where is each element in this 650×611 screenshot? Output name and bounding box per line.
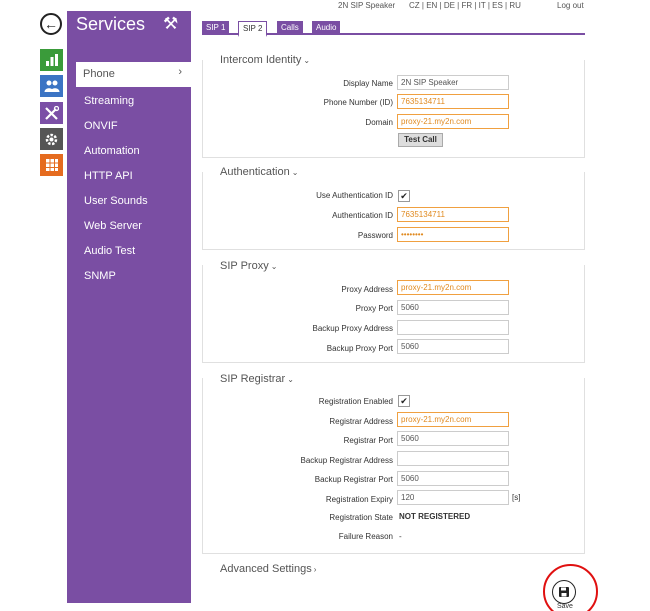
chevron-right-icon: › (178, 66, 182, 78)
sip-registrar-section (202, 378, 585, 554)
phone-number-field[interactable] (397, 94, 509, 109)
registration-expiry-field[interactable] (397, 490, 509, 505)
backup-registrar-port-field[interactable] (397, 471, 509, 486)
advanced-settings-title[interactable]: Advanced Settings › (220, 563, 316, 575)
registrar-address-field[interactable] (397, 412, 509, 427)
auth-id-label: Authentication ID (332, 211, 393, 220)
phone-number-label: Phone Number (ID) (323, 98, 393, 107)
sip-registrar-title[interactable]: SIP Registrar ⌄ (220, 373, 294, 385)
backup-registrar-address-label: Backup Registrar Address (300, 456, 394, 465)
auth-id-field[interactable] (397, 207, 509, 222)
sidebar-item-audio-test[interactable]: Audio Test (84, 245, 135, 257)
tab-sip-1[interactable]: SIP 1 (202, 21, 230, 35)
sidebar-item-phone[interactable]: Phone › (76, 62, 191, 87)
password-field[interactable] (397, 227, 509, 242)
registration-state-value: NOT REGISTERED (399, 512, 471, 521)
tab-sip-2[interactable]: SIP 2 (238, 21, 268, 37)
sidebar-item-web-server[interactable]: Web Server (84, 220, 142, 232)
registration-enabled-label: Registration Enabled (318, 397, 393, 406)
system-grid-icon[interactable] (40, 154, 63, 176)
services-tools-icon[interactable] (40, 102, 63, 124)
save-label: Save (557, 603, 573, 610)
app-root: 2N SIP Speaker CZ | EN | DE | FR | IT | … (0, 0, 650, 611)
failure-reason-label: Failure Reason (338, 532, 393, 541)
sidebar-item-http-api[interactable]: HTTP API (84, 170, 133, 182)
backup-proxy-address-field[interactable] (397, 320, 509, 335)
registration-expiry-label: Registration Expiry (325, 495, 393, 504)
display-name-label: Display Name (343, 79, 393, 88)
sidebar-item-snmp[interactable]: SNMP (84, 270, 116, 282)
domain-field[interactable] (397, 114, 509, 129)
proxy-address-field[interactable] (397, 280, 509, 295)
status-chart-icon[interactable] (40, 49, 63, 71)
sip-proxy-section (202, 265, 585, 363)
sidebar-title: Services (76, 14, 146, 34)
sidebar-item-label: Phone (83, 68, 115, 80)
registration-enabled-checkbox[interactable]: ✔ (398, 395, 410, 407)
registrar-port-label: Registrar Port (343, 436, 393, 445)
directory-users-icon[interactable] (40, 75, 63, 97)
proxy-address-label: Proxy Address (341, 285, 393, 294)
tools-icon: ⚒ (163, 14, 179, 33)
backup-registrar-address-field[interactable] (397, 451, 509, 466)
expiry-unit: [s] (512, 493, 521, 502)
sidebar-item-onvif[interactable]: ONVIF (84, 120, 118, 132)
backup-registrar-port-label: Backup Registrar Port (314, 475, 393, 484)
sidebar-item-streaming[interactable]: Streaming (84, 95, 134, 107)
failure-reason-value: - (399, 532, 402, 541)
back-arrow-icon[interactable]: ← (40, 13, 62, 35)
authentication-title[interactable]: Authentication ⌄ (220, 166, 298, 178)
tab-calls[interactable]: Calls (277, 21, 303, 35)
tab-bar: SIP 1 SIP 2 Calls Audio (202, 21, 585, 37)
backup-proxy-port-label: Backup Proxy Port (326, 344, 393, 353)
services-sidebar: Services ⚒ Phone › Streaming ONVIF Autom… (67, 11, 191, 603)
registrar-address-label: Registrar Address (329, 417, 393, 426)
password-label: Password (357, 231, 393, 240)
backup-proxy-port-field[interactable] (397, 339, 509, 354)
tab-audio[interactable]: Audio (312, 21, 341, 35)
floppy-disk-icon (559, 587, 569, 597)
hardware-gear-icon[interactable] (40, 128, 63, 150)
intercom-identity-section (202, 60, 585, 158)
proxy-port-label: Proxy Port (355, 304, 393, 313)
display-name-field[interactable] (397, 75, 509, 90)
language-selector[interactable]: CZ | EN | DE | FR | IT | ES | RU (409, 1, 521, 10)
use-auth-id-label: Use Authentication ID (316, 191, 393, 200)
sidebar-item-user-sounds[interactable]: User Sounds (84, 195, 148, 207)
registration-state-label: Registration State (329, 513, 393, 522)
save-button[interactable] (552, 580, 576, 604)
test-call-button[interactable]: Test Call (398, 133, 443, 147)
logout-link[interactable]: Log out (557, 1, 584, 10)
backup-proxy-address-label: Backup Proxy Address (312, 324, 393, 333)
domain-label: Domain (365, 118, 393, 127)
intercom-identity-title[interactable]: Intercom Identity ⌄ (220, 54, 310, 66)
registrar-port-field[interactable] (397, 431, 509, 446)
sidebar-item-automation[interactable]: Automation (84, 145, 140, 157)
device-name: 2N SIP Speaker (338, 1, 396, 10)
sip-proxy-title[interactable]: SIP Proxy ⌄ (220, 260, 277, 272)
authentication-section (202, 172, 585, 250)
proxy-port-field[interactable] (397, 300, 509, 315)
use-auth-id-checkbox[interactable]: ✔ (398, 190, 410, 202)
